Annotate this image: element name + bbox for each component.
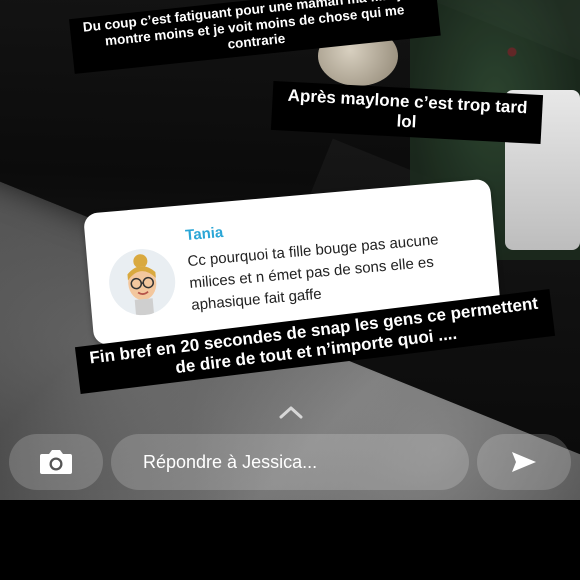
camera-icon — [40, 450, 72, 474]
camera-button[interactable] — [9, 434, 103, 490]
snap-story-view: Du coup c’est fatiguant pour une maman m… — [0, 0, 580, 580]
chevron-up-icon[interactable] — [278, 404, 304, 420]
bitmoji-avatar-icon — [106, 246, 178, 318]
reply-author-name: Tania — [184, 223, 224, 245]
reply-input[interactable]: Répondre à Jessica... — [111, 434, 469, 490]
bottom-area — [0, 500, 580, 580]
send-button[interactable] — [477, 434, 571, 490]
send-arrow-icon — [512, 452, 536, 472]
